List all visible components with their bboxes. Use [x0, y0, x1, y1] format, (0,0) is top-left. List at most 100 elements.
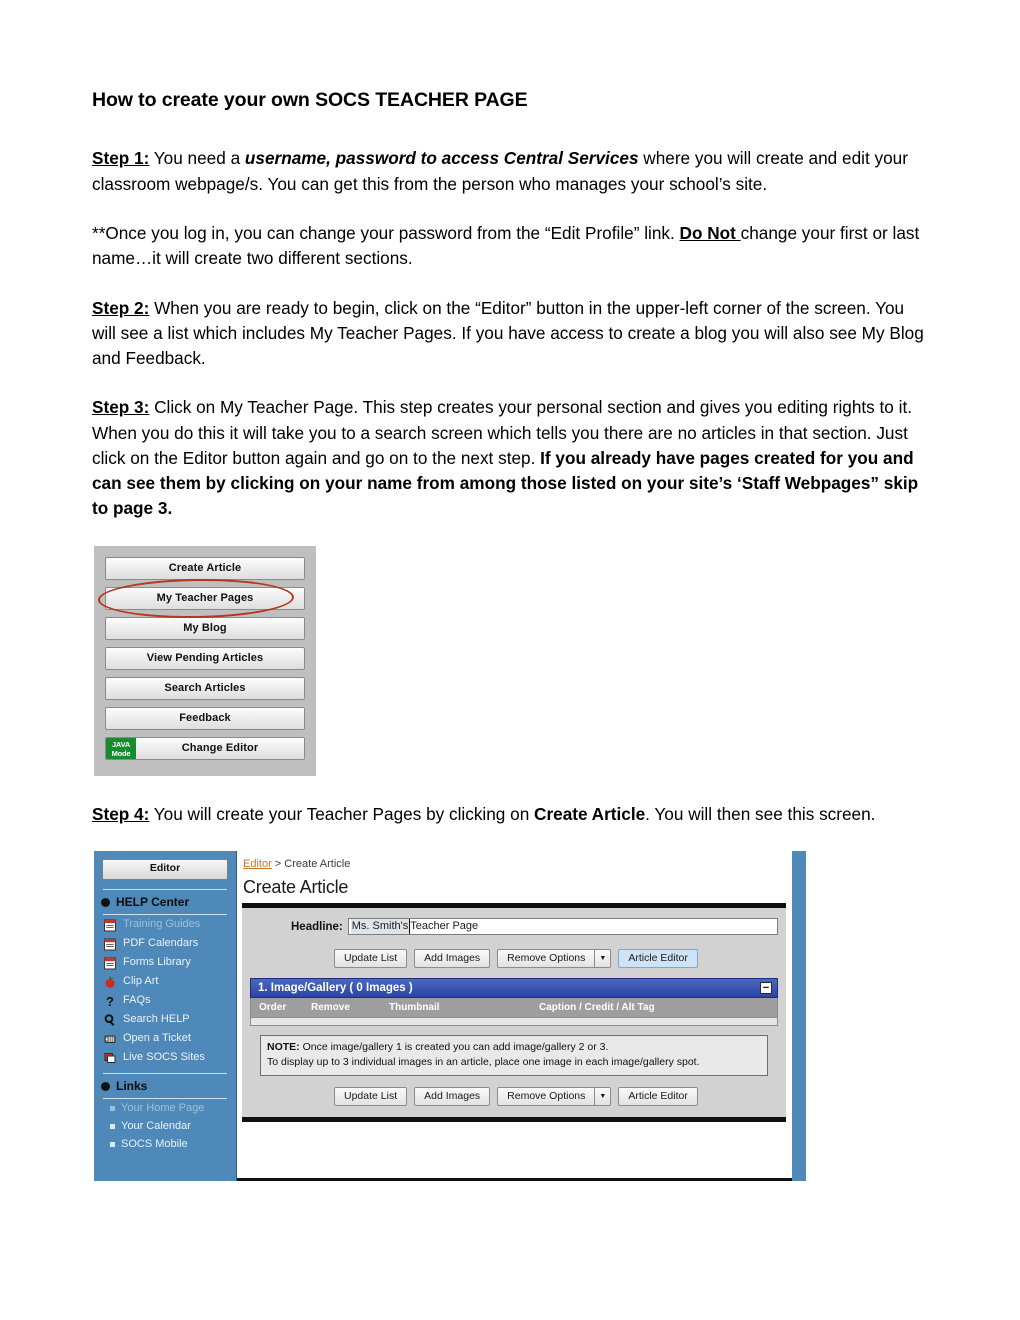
- my-blog-button[interactable]: My Blog: [105, 616, 305, 640]
- remove-options-button-bottom[interactable]: Remove Options: [497, 1086, 595, 1106]
- column-header-thumbnail: Thumbnail: [389, 1002, 440, 1014]
- note-box: NOTE: Once image/gallery 1 is created yo…: [260, 1035, 768, 1076]
- note-line2: To display up to 3 individual images in …: [267, 1055, 700, 1068]
- note-emphasis: Do Not: [679, 222, 741, 243]
- create-article-button[interactable]: Create Article: [105, 556, 305, 580]
- add-images-button-top[interactable]: Add Images: [414, 949, 491, 969]
- sidebar-editor-button[interactable]: Editor: [102, 859, 228, 881]
- toolbar-top: Update List Add Images Remove Options ▼ …: [334, 949, 778, 969]
- step4-text-a: You will create your Teacher Pages by cl…: [149, 803, 535, 824]
- remove-options-button-top[interactable]: Remove Options: [497, 949, 595, 969]
- gallery-empty-body: [250, 1018, 778, 1027]
- sidebar-link-your-home-page[interactable]: Your Home Page: [94, 1099, 236, 1117]
- change-editor-button[interactable]: JAVA Mode Change Editor: [105, 736, 305, 760]
- column-header-order: Order: [259, 1002, 287, 1014]
- sidebar-item-label: Clip Art: [123, 975, 159, 988]
- sidebar-item-pdf-calendars[interactable]: PDF Calendars: [94, 934, 236, 953]
- sidebar-link-label: Your Calendar: [121, 1119, 191, 1132]
- breadcrumb: Editor > Create Article: [243, 858, 806, 870]
- bullet-icon: [101, 897, 110, 907]
- sidebar-item-label: Search HELP: [123, 1013, 190, 1026]
- chevron-down-icon[interactable]: ▼: [594, 949, 612, 969]
- sidebar-item-label: Forms Library: [123, 956, 191, 969]
- app-main-content: Editor > Create Article Create Article H…: [237, 851, 806, 1182]
- headline-input[interactable]: Ms. Smith's Teacher Page: [347, 918, 778, 936]
- sidebar-item-label: FAQs: [123, 994, 151, 1007]
- java-badge-line1: JAVA: [111, 739, 131, 749]
- page-title: How to create your own SOCS TEACHER PAGE: [92, 89, 528, 111]
- step1-text-a: You need a: [149, 148, 245, 169]
- view-pending-articles-button[interactable]: View Pending Articles: [105, 646, 305, 670]
- app-right-edge: [792, 851, 806, 1182]
- sidebar-item-training-guides[interactable]: Training Guides: [94, 915, 236, 934]
- breadcrumb-link-editor[interactable]: Editor: [243, 858, 272, 870]
- article-editor-button-bottom[interactable]: Article Editor: [618, 1086, 698, 1106]
- app-bottom-rule: [237, 1178, 792, 1182]
- create-article-panel: Headline: Ms. Smith's Teacher Page Updat…: [242, 903, 786, 1122]
- windows-icon: [103, 1051, 117, 1065]
- editor-menu-screenshot: Create Article My Teacher Pages My Blog …: [94, 545, 316, 776]
- gallery-section-header[interactable]: 1. Image/Gallery ( 0 Images ) −: [250, 978, 778, 999]
- chevron-down-icon[interactable]: ▼: [594, 1086, 612, 1106]
- step1-label: Step 1:: [92, 148, 150, 169]
- square-bullet-icon: [110, 1123, 115, 1129]
- paragraph-step4: Step 4: You will create your Teacher Pag…: [92, 802, 930, 827]
- document-icon: [103, 956, 117, 970]
- sidebar-link-label: Your Home Page: [121, 1101, 205, 1114]
- headline-row: Headline: Ms. Smith's Teacher Page: [250, 918, 778, 936]
- search-articles-button[interactable]: Search Articles: [105, 676, 305, 700]
- sidebar-item-faqs[interactable]: ? FAQs: [94, 991, 236, 1010]
- step2-label: Step 2:: [92, 297, 150, 318]
- square-bullet-icon: [110, 1141, 115, 1147]
- svg-text:?: ?: [106, 994, 114, 1008]
- remove-options-split-button-top[interactable]: Remove Options ▼: [497, 949, 612, 969]
- step4-text-b: . You will then see this screen.: [645, 803, 876, 824]
- breadcrumb-separator: >: [271, 858, 285, 871]
- links-label: Links: [116, 1079, 148, 1094]
- collapse-icon[interactable]: −: [760, 982, 772, 995]
- my-teacher-pages-button[interactable]: My Teacher Pages: [105, 586, 305, 610]
- gallery-title: 1. Image/Gallery ( 0 Images ): [258, 982, 413, 995]
- sidebar-item-label: Training Guides: [123, 918, 201, 931]
- breadcrumb-current: Create Article: [284, 858, 351, 871]
- add-images-button-bottom[interactable]: Add Images: [414, 1086, 491, 1106]
- sidebar-item-live-socs-sites[interactable]: Live SOCS Sites: [94, 1048, 236, 1067]
- note-label: NOTE:: [267, 1041, 300, 1054]
- sidebar-item-forms-library[interactable]: Forms Library: [94, 953, 236, 972]
- sidebar-item-clip-art[interactable]: Clip Art: [94, 972, 236, 991]
- sidebar-item-open-a-ticket[interactable]: Open a Ticket: [94, 1029, 236, 1048]
- note-text-a: **Once you log in, you can change your p…: [92, 222, 680, 243]
- step4-emphasis: Create Article: [534, 803, 646, 824]
- app-page-title: Create Article: [243, 877, 349, 898]
- step3-label: Step 3:: [92, 397, 150, 418]
- question-mark-icon: ?: [103, 994, 117, 1009]
- sidebar-link-label: SOCS Mobile: [121, 1137, 188, 1150]
- document-content: How to create your own SOCS TEACHER PAGE…: [92, 88, 930, 1182]
- app-sidebar: Editor HELP Center Training Guides PDF C…: [94, 851, 237, 1182]
- change-editor-label: Change Editor: [136, 737, 304, 759]
- ticket-icon: [103, 1032, 117, 1046]
- headline-selected-text: Ms. Smith's: [350, 919, 411, 935]
- sidebar-item-search-help[interactable]: Search HELP: [94, 1010, 236, 1029]
- headline-rest-text: Teacher Page: [410, 920, 479, 933]
- remove-options-split-button-bottom[interactable]: Remove Options ▼: [497, 1086, 612, 1106]
- java-mode-badge: JAVA Mode: [106, 737, 136, 759]
- document-page: How to create your own SOCS TEACHER PAGE…: [0, 0, 1020, 1320]
- update-list-button-top[interactable]: Update List: [334, 949, 408, 969]
- create-article-screenshot: Editor HELP Center Training Guides PDF C…: [94, 851, 806, 1182]
- column-header-caption: Caption / Credit / Alt Tag: [539, 1002, 655, 1014]
- step4-label: Step 4:: [92, 803, 150, 824]
- sidebar-link-your-calendar[interactable]: Your Calendar: [94, 1117, 236, 1135]
- feedback-button[interactable]: Feedback: [105, 706, 305, 730]
- gallery-column-headers: Order Remove Thumbnail Caption / Credit …: [250, 998, 778, 1019]
- sidebar-heading-links: Links: [94, 1074, 236, 1098]
- step1-emphasis: username, password to access Central Ser…: [244, 148, 639, 169]
- article-editor-button-top[interactable]: Article Editor: [618, 949, 698, 969]
- headline-label: Headline:: [291, 920, 343, 933]
- paragraph-step1: Step 1: You need a username, password to…: [92, 146, 930, 197]
- update-list-button-bottom[interactable]: Update List: [334, 1086, 408, 1106]
- paragraph-password-note: **Once you log in, you can change your p…: [92, 221, 930, 272]
- java-badge-line2: Mode: [111, 748, 131, 758]
- magnifier-icon: [103, 1013, 117, 1027]
- sidebar-link-socs-mobile[interactable]: SOCS Mobile: [94, 1135, 236, 1153]
